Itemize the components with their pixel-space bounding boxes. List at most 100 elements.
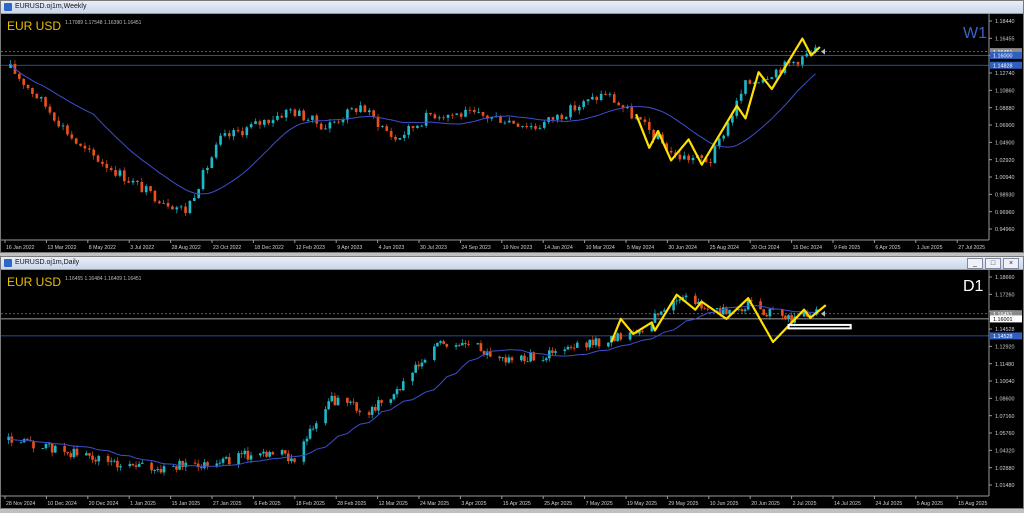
candle-body (44, 444, 48, 449)
date-tick-label: 1 Jan 2025 (130, 501, 156, 507)
candle-body (639, 117, 642, 120)
date-tick-label: 4 Jun 2023 (379, 245, 405, 251)
candle-body (395, 389, 399, 395)
candle-body (199, 467, 203, 469)
minimize-button[interactable]: _ (967, 258, 983, 269)
date-tick-label: 8 May 2022 (89, 245, 116, 251)
candle-body (588, 339, 592, 348)
weekly-window-titlebar[interactable]: EURUSD.oj1m,Weekly (1, 1, 1023, 14)
candle-body (682, 155, 686, 160)
candle-body (547, 117, 550, 122)
candle-body (488, 351, 492, 357)
candle-body (477, 111, 480, 113)
candle-body (79, 143, 82, 146)
candle-body (48, 106, 52, 113)
candle-body (109, 168, 113, 171)
candle-body (175, 207, 179, 210)
candle-body (116, 460, 119, 468)
date-tick-label: 28 Aug 2022 (172, 245, 201, 251)
candle-body (781, 309, 784, 316)
candle-body (437, 117, 441, 119)
candle-body (572, 347, 576, 349)
candle-body (569, 346, 573, 348)
candle-body (137, 463, 141, 467)
candle-body (512, 120, 515, 124)
candle-body (214, 144, 218, 158)
candle-body (370, 406, 374, 415)
weekly-plot-area[interactable]: 1.18440 1.16455 1.14828 1.12740 1.10860 1.088… (1, 14, 1023, 257)
date-tick-label: 6 Apr 2025 (875, 245, 900, 251)
daily-chart-svg[interactable]: 1.18660 1.17260 1.16001 1.14528 1.12920 1.114… (1, 270, 1023, 508)
candle-body (150, 462, 153, 471)
candle-body (156, 469, 160, 471)
candle-body (380, 400, 383, 403)
date-tick-label: 2 Jul 2025 (793, 501, 817, 507)
date-tick-label: 18 Dec 2022 (254, 245, 284, 251)
date-tick-label: 18 Feb 2025 (296, 501, 325, 507)
close-button[interactable]: × (1003, 258, 1019, 269)
daily-window-title: EURUSD.oj1m,Daily (15, 259, 80, 266)
date-tick-label: 10 Jun 2025 (710, 501, 739, 507)
candle-body (433, 114, 437, 119)
price-tick-label: 1.18660 (995, 275, 1015, 281)
candle-body (267, 119, 270, 124)
price-tick-label: 1.14528 (995, 327, 1015, 333)
candle-body (582, 101, 585, 107)
date-tick-label: 19 May 2025 (627, 501, 657, 507)
date-tick-label: 14 Jul 2025 (834, 501, 861, 507)
date-tick-label: 15 Aug 2025 (958, 501, 987, 507)
candle-body (358, 410, 362, 413)
date-tick-label: 28 Nov 2024 (6, 501, 36, 507)
candle-body (63, 445, 66, 452)
candle-body (678, 299, 682, 301)
candle-body (280, 115, 284, 118)
maximize-button[interactable]: □ (985, 258, 1001, 269)
candle-body (319, 123, 323, 130)
candle-body (792, 61, 795, 63)
candle-body (243, 450, 247, 455)
candle-body (75, 448, 79, 456)
date-tick-label: 13 Mar 2022 (47, 245, 76, 251)
candle-body (429, 112, 432, 115)
date-tick-label: 3 Apr 2025 (461, 501, 486, 507)
candle-body (451, 114, 454, 116)
weekly-chart-window[interactable]: EURUSD.oj1m,Weekly 1.18440 1.16455 1.14828… (0, 0, 1024, 253)
daily-chart-window[interactable]: EURUSD.oj1m,Daily _ □ × 1.18660 1.17260 1.… (0, 256, 1024, 509)
price-badge-label: 1.16001 (993, 317, 1013, 323)
date-tick-label: 30 Jul 2023 (420, 245, 447, 251)
candle-body (715, 308, 719, 310)
date-tick-label: 25 Apr 2025 (544, 501, 572, 507)
candle-body (367, 110, 371, 113)
candle-body (224, 457, 228, 459)
candle-body (153, 190, 157, 202)
candle-body (175, 466, 178, 470)
date-tick-label: 16 Jan 2022 (6, 245, 35, 251)
candle-body (641, 331, 644, 332)
weekly-chart-svg[interactable]: 1.18440 1.16455 1.14828 1.12740 1.10860 1.088… (1, 14, 1023, 252)
candle-body (280, 450, 284, 455)
price-tick-label: 1.16455 (995, 37, 1015, 43)
candle-body (656, 313, 660, 315)
candle-body (457, 345, 461, 346)
candle-body (544, 358, 548, 361)
candle-body (472, 109, 476, 113)
candle-body (525, 125, 529, 128)
daily-window-titlebar[interactable]: EURUSD.oj1m,Daily _ □ × (1, 257, 1023, 270)
date-tick-label: 20 Dec 2024 (89, 501, 119, 507)
candle-body (355, 402, 358, 411)
candle-body (245, 127, 249, 136)
candle-body (442, 341, 445, 344)
candle-body (389, 399, 393, 403)
candle-body (181, 460, 184, 468)
date-tick-label: 9 Feb 2025 (834, 245, 860, 251)
candle-body (376, 116, 380, 127)
candle-body (726, 122, 730, 136)
daily-plot-area[interactable]: 1.18660 1.17260 1.16001 1.14528 1.12920 1.114… (1, 270, 1023, 513)
candle-body (595, 96, 599, 101)
date-tick-label: 10 Dec 2024 (47, 501, 77, 507)
candle-body (748, 80, 752, 84)
candle-body (373, 406, 377, 411)
candle-body (52, 112, 56, 121)
candle-body (694, 295, 697, 305)
price-tick-label: 0.96960 (995, 210, 1015, 216)
